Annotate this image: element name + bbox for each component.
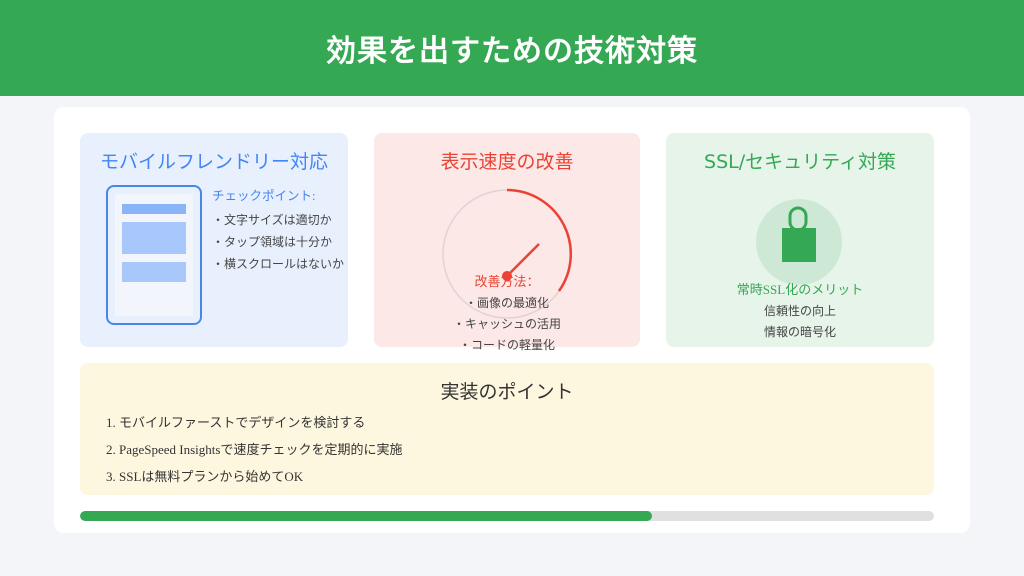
ssl-merits-heading: 常時SSL化のメリット — [736, 282, 864, 297]
speed-card-title: 表示速度の改善 — [440, 151, 574, 173]
header-bar: 効果を出すための技術対策 — [0, 0, 1024, 96]
checklist: チェックポイント: ・文字サイズは適切か ・タップ領域は十分か ・横スクロールは… — [212, 185, 345, 275]
mobile-card-title: モバイルフレンドリー対応 — [99, 151, 328, 173]
mobile-friendly-card: モバイルフレンドリー対応 チェックポイント: ・文字サイズは適切か ・タップ領域… — [80, 133, 348, 347]
checklist-item: ・文字サイズは適切か — [212, 213, 332, 227]
progress-bar — [80, 511, 934, 521]
ssl-security-card: SSL/セキュリティ対策 常時SSL化のメリット 信頼性の向上 情報の暗号化 — [666, 133, 934, 347]
points-list: 1. モバイルファーストでデザインを検討する 2. PageSpeed Insi… — [106, 409, 402, 490]
ssl-card-title: SSL/セキュリティ対策 — [704, 151, 896, 173]
lock-icon — [756, 199, 842, 285]
page-speed-card: 表示速度の改善 改善方法： ・画像の最適化 ・キャッシュの活用 ・コードの軽量化 — [374, 133, 640, 352]
speed-method-item: ・コードの軽量化 — [458, 338, 555, 352]
page-title: 効果を出すための技術対策 — [326, 34, 698, 69]
points-title: 実装のポイント — [440, 381, 574, 403]
checklist-heading: チェックポイント: — [212, 189, 316, 203]
points-item: 2. PageSpeed Insightsで速度チェックを定期的に実施 — [106, 442, 403, 457]
content-panel: モバイルフレンドリー対応 チェックポイント: ・文字サイズは適切か ・タップ領域… — [54, 107, 970, 533]
phone-screen — [115, 194, 193, 316]
speed-method-item: ・キャッシュの活用 — [452, 317, 561, 331]
progress-fill — [80, 511, 653, 521]
phone-content-block — [122, 222, 186, 254]
smartphone-icon — [106, 185, 202, 325]
implementation-points-box: 実装のポイント 1. モバイルファーストでデザインを検討する 2. PageSp… — [80, 363, 934, 495]
phone-content-block — [122, 262, 186, 282]
ssl-merit-item: 情報の暗号化 — [763, 325, 836, 339]
speed-methods-heading: 改善方法： — [474, 274, 540, 289]
points-item: 3. SSLは無料プランから始めてOK — [106, 469, 304, 484]
speed-methods: 改善方法： ・画像の最適化 ・キャッシュの活用 ・コードの軽量化 — [374, 271, 640, 356]
ssl-merits: 常時SSL化のメリット 信頼性の向上 情報の暗号化 — [666, 279, 934, 343]
checklist-item: ・タップ領域は十分か — [212, 235, 333, 249]
ssl-merit-item: 信頼性の向上 — [763, 304, 836, 318]
points-item: 1. モバイルファーストでデザインを検討する — [106, 415, 366, 430]
phone-header-bar — [122, 204, 186, 214]
speed-method-item: ・画像の最適化 — [464, 296, 549, 310]
checklist-item: ・横スクロールはないか — [212, 257, 345, 271]
